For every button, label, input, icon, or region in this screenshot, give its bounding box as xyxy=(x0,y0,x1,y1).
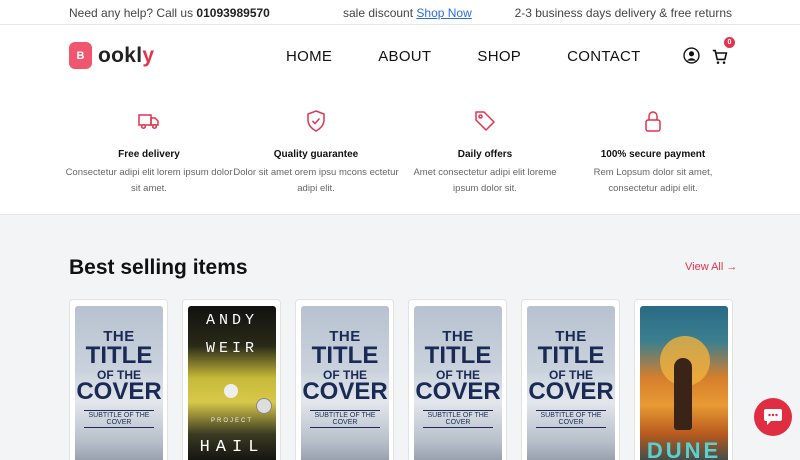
cover-line: ANDY xyxy=(205,312,258,329)
book-cover[interactable]: THE TITLE OF THE COVER SUBTITLE OF THE C… xyxy=(414,306,502,460)
cover-line: COVER xyxy=(76,378,162,405)
cover-subtitle: SUBTITLE OF THE COVER xyxy=(83,410,155,428)
features-strip: Free delivery Consectetur adipi elit lor… xyxy=(0,89,800,215)
help-line: Need any help? Call us 01093989570 xyxy=(69,6,270,20)
cart-count-badge: 0 xyxy=(724,37,735,48)
site-logo[interactable]: B ookly xyxy=(69,42,154,69)
book-card[interactable]: THE TITLE OF THE COVER SUBTITLE OF THE C… xyxy=(408,299,507,460)
nav-home[interactable]: HOME xyxy=(286,48,332,65)
feature-desc: Rem Lopsum dolor sit amet, consectetur a… xyxy=(593,167,713,194)
feature-title: Daily offers xyxy=(457,149,513,160)
feature-secure-payment: 100% secure payment Rem Lopsum dolor sit… xyxy=(568,109,738,197)
feature-desc: Consectetur adipi elit lorem ipsum dolor… xyxy=(65,167,233,194)
cover-line: DUNE xyxy=(646,438,722,460)
feature-desc: Dolor sit amet orem ipsu mcons ectetur a… xyxy=(233,167,399,194)
shield-check-icon xyxy=(307,110,325,132)
logo-text-main: ookl xyxy=(98,43,143,67)
best-selling-section: Best selling items View All → THE TITLE … xyxy=(0,216,800,460)
cover-subtitle: SUBTITLE OF THE COVER xyxy=(422,410,494,428)
cover-line: TITLE xyxy=(85,342,153,369)
promo-line: sale discount Shop Now xyxy=(343,6,472,20)
book-cover[interactable]: THE TITLE OF THE COVER SUBTITLE OF THE C… xyxy=(527,306,615,460)
book-card[interactable]: THE TITLE OF THE COVER SUBTITLE OF THE C… xyxy=(295,299,394,460)
main-nav: HOME ABOUT SHOP CONTACT xyxy=(286,48,641,65)
view-all-link[interactable]: View All → xyxy=(685,261,737,273)
help-phone[interactable]: 01093989570 xyxy=(196,6,269,20)
cover-line: COVER xyxy=(302,378,388,405)
tag-icon xyxy=(475,111,495,131)
cover-line: TITLE xyxy=(311,342,379,369)
astronaut-figure xyxy=(224,384,238,398)
nav-about[interactable]: ABOUT xyxy=(378,48,431,65)
book-card[interactable]: ANDY WEIR PROJECT HAIL xyxy=(182,299,281,460)
section-title: Best selling items xyxy=(69,256,248,279)
cover-line: TITLE xyxy=(537,342,605,369)
feature-title: 100% secure payment xyxy=(600,149,706,160)
nav-contact[interactable]: CONTACT xyxy=(567,48,640,65)
cover-line: TITLE xyxy=(424,342,492,369)
chat-bubble-icon xyxy=(764,409,782,425)
help-text: Need any help? Call us xyxy=(69,6,194,20)
cover-line: COVER xyxy=(528,378,614,405)
book-cover[interactable]: DUNE xyxy=(640,306,728,460)
book-card[interactable]: THE TITLE OF THE COVER SUBTITLE OF THE C… xyxy=(521,299,620,460)
feature-desc: Amet consectetur adipi elit loreme ipsum… xyxy=(413,167,557,194)
feature-free-delivery: Free delivery Consectetur adipi elit lor… xyxy=(64,109,234,197)
user-account-icon[interactable] xyxy=(683,47,700,64)
shop-now-link[interactable]: Shop Now xyxy=(416,6,471,20)
logo-text-accent: y xyxy=(142,43,155,67)
cover-subtitle: SUBTITLE OF THE COVER xyxy=(535,410,607,428)
cover-subtitle: SUBTITLE OF THE COVER xyxy=(309,410,381,428)
top-info-bar: Need any help? Call us 01093989570 sale … xyxy=(0,0,800,25)
chat-button[interactable] xyxy=(754,398,792,436)
lock-icon xyxy=(645,111,661,132)
cart-icon[interactable] xyxy=(712,49,728,65)
feature-title: Free delivery xyxy=(118,149,180,160)
cover-line: PROJECT xyxy=(210,418,253,424)
book-cover[interactable]: ANDY WEIR PROJECT HAIL xyxy=(188,306,276,460)
cover-seal xyxy=(256,398,272,414)
feature-daily-offers: Daily offers Amet consectetur adipi elit… xyxy=(400,109,570,197)
cover-figure xyxy=(674,358,692,430)
truck-icon xyxy=(138,114,159,130)
book-card[interactable]: DUNE xyxy=(634,299,733,460)
cover-line: HAIL xyxy=(199,438,265,457)
main-header: B ookly HOME ABOUT SHOP CONTACT xyxy=(0,25,800,89)
book-card[interactable]: THE TITLE OF THE COVER SUBTITLE OF THE C… xyxy=(69,299,168,460)
nav-shop[interactable]: SHOP xyxy=(477,48,521,65)
delivery-info: 2-3 business days delivery & free return… xyxy=(514,6,732,20)
feature-quality: Quality guarantee Dolor sit amet orem ip… xyxy=(231,109,401,197)
promo-text: sale discount xyxy=(343,6,414,20)
feature-title: Quality guarantee xyxy=(273,149,359,160)
cover-line: COVER xyxy=(415,378,501,405)
book-cover[interactable]: THE TITLE OF THE COVER SUBTITLE OF THE C… xyxy=(75,306,163,460)
logo-badge: B xyxy=(69,42,92,69)
book-cover[interactable]: THE TITLE OF THE COVER SUBTITLE OF THE C… xyxy=(301,306,389,460)
logo-wordmark: ookly xyxy=(98,44,154,68)
cover-line: WEIR xyxy=(205,340,258,357)
